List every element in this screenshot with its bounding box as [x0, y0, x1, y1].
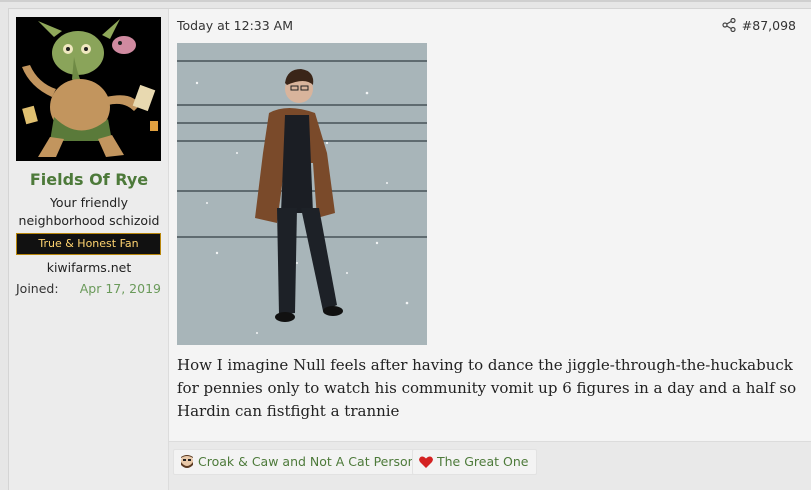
reaction-label: Croak & Caw and Not A Cat Person [198, 454, 416, 469]
user-title: Your friendly neighborhood schizoid [18, 195, 160, 228]
post-body: How I imagine Null feels after having to… [177, 356, 797, 420]
reaction-label: The Great One [437, 454, 529, 469]
bearded-face-icon [181, 455, 193, 468]
top-divider [0, 0, 811, 2]
user-extra-site: kiwifarms.net [46, 260, 132, 275]
user-avatar[interactable] [16, 17, 161, 161]
forum-post: Fields Of Rye Your friendly neighborhood… [8, 8, 811, 490]
joined-row: Joined: Apr 17, 2019 [16, 281, 161, 297]
joined-date: Apr 17, 2019 [79, 281, 161, 296]
reaction-croak-caw[interactable]: Croak & Caw and Not A Cat Person [173, 449, 425, 475]
joined-label: Joined: [16, 281, 59, 296]
post-image[interactable] [177, 43, 427, 345]
reaction-great-one[interactable]: The Great One [412, 449, 538, 475]
username[interactable]: Fields Of Rye [9, 170, 169, 189]
post-number[interactable]: #87,098 [742, 18, 796, 33]
user-sidebar: Fields Of Rye Your friendly neighborhood… [9, 9, 169, 490]
heart-icon [419, 456, 433, 468]
goblin-avatar-icon [16, 17, 161, 161]
reactions-bar: Croak & Caw and Not A Cat Person The Gre… [169, 441, 811, 490]
user-banner: True & Honest Fan [16, 233, 161, 255]
share-icon[interactable] [722, 18, 736, 32]
post-timestamp[interactable]: Today at 12:33 AM [177, 18, 293, 33]
message-main: Today at 12:33 AM #87,098 How I imagine … [169, 9, 811, 490]
snow-photo [177, 43, 427, 345]
